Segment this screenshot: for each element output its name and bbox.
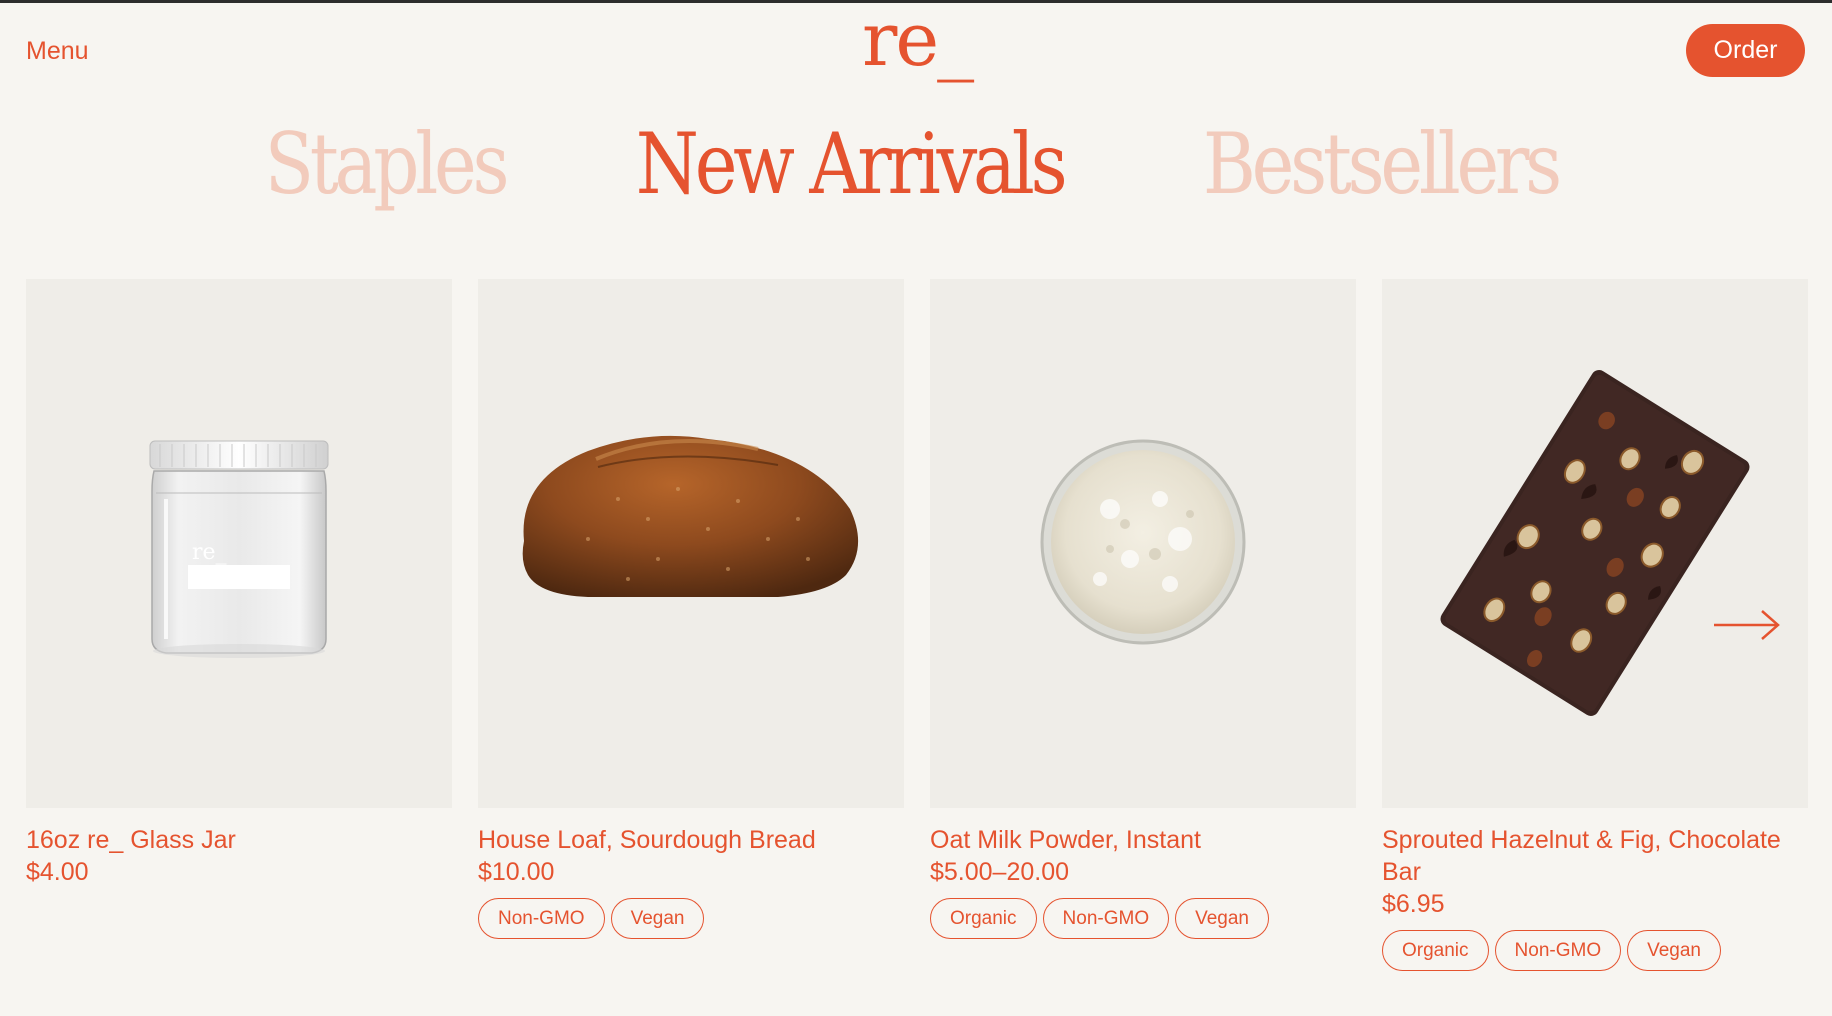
oat-powder-bowl-image (1040, 439, 1246, 645)
product-price: $10.00 (478, 858, 555, 886)
site-logo[interactable]: re_ (862, 3, 974, 77)
product-image-container[interactable] (930, 279, 1356, 808)
tag-non-gmo[interactable]: Non-GMO (1494, 930, 1622, 971)
product-image-container[interactable] (1382, 279, 1808, 808)
product-price: $6.95 (1382, 890, 1445, 918)
product-price: $5.00–20.00 (930, 858, 1070, 886)
tab-new-arrivals[interactable]: New Arrivals (636, 118, 1068, 211)
tag-non-gmo[interactable]: Non-GMO (1042, 898, 1170, 939)
order-button[interactable]: Order (1686, 24, 1805, 77)
product-name[interactable]: 16oz re_ Glass Jar (26, 824, 452, 856)
product-name[interactable]: Oat Milk Powder, Instant (930, 824, 1356, 856)
product-card[interactable]: House Loaf, Sourdough Bread $10.00 Non-G… (478, 279, 904, 971)
svg-text:re_: re_ (192, 540, 227, 565)
product-name[interactable]: House Loaf, Sourdough Bread (478, 824, 904, 856)
tag-vegan[interactable]: Vegan (1627, 930, 1722, 971)
product-image-container[interactable] (478, 279, 904, 808)
tag-vegan[interactable]: Vegan (1175, 898, 1270, 939)
tag-organic[interactable]: Organic (1382, 930, 1489, 971)
product-card[interactable]: Oat Milk Powder, Instant $5.00–20.00 Org… (930, 279, 1356, 971)
product-tags: Organic Non-GMO Vegan (930, 898, 1356, 939)
category-tabs: Staples New Arrivals Bestsellers (0, 118, 1832, 211)
tag-non-gmo[interactable]: Non-GMO (478, 898, 605, 939)
tag-organic[interactable]: Organic (930, 898, 1037, 939)
glass-jar-image: re_ (149, 440, 329, 658)
menu-link[interactable]: Menu (26, 37, 89, 66)
tab-bestsellers[interactable]: Bestsellers (1203, 118, 1562, 211)
bread-loaf-image (522, 435, 859, 597)
product-grid: re_ 16oz re_ Glass Jar $4.00 House Loaf,… (26, 279, 1808, 971)
product-tags: Non-GMO Vegan (478, 898, 904, 939)
tag-vegan[interactable]: Vegan (610, 898, 705, 939)
product-name[interactable]: Sprouted Hazelnut & Fig, Chocolate Bar (1382, 824, 1808, 888)
tab-staples[interactable]: Staples (265, 118, 510, 211)
product-card[interactable]: re_ 16oz re_ Glass Jar $4.00 (26, 279, 452, 971)
product-tags: Organic Non-GMO Vegan (1382, 930, 1808, 971)
arrow-right-icon[interactable] (1712, 605, 1782, 645)
product-image-container[interactable]: re_ (26, 279, 452, 808)
chocolate-bar-image (1440, 370, 1750, 716)
product-price: $4.00 (26, 858, 89, 886)
